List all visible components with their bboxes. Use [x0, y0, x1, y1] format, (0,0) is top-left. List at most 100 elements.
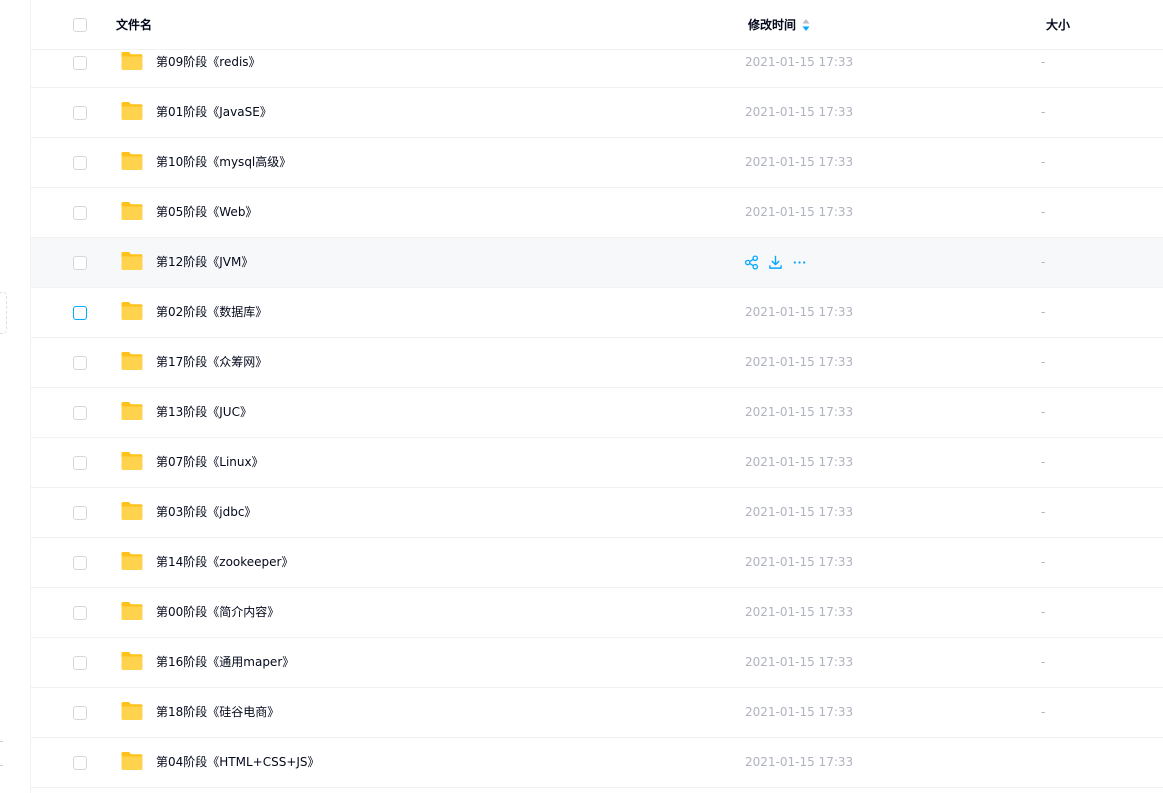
file-row[interactable]: 第00阶段《简介内容》 2021-01-15 17:33 - — [31, 588, 1163, 638]
divider-mark — [0, 741, 3, 742]
file-row[interactable]: 第03阶段《jdbc》 2021-01-15 17:33 - — [31, 488, 1163, 538]
file-row[interactable]: 第02阶段《数据库》 2021-01-15 17:33 - — [31, 288, 1163, 338]
folder-icon — [121, 452, 143, 470]
row-checkbox[interactable] — [73, 606, 87, 620]
row-checkbox[interactable] — [73, 206, 87, 220]
download-icon[interactable] — [768, 255, 783, 270]
row-checkbox[interactable] — [73, 306, 87, 320]
folder-icon — [121, 752, 143, 770]
row-checkbox-cell[interactable] — [73, 456, 87, 470]
select-all-checkbox[interactable] — [73, 18, 87, 32]
file-modified-time: 2021-01-15 17:33 — [745, 355, 854, 369]
row-checkbox-cell[interactable] — [73, 506, 87, 520]
file-row[interactable]: 第09阶段《redis》 2021-01-15 17:33 - — [31, 38, 1163, 88]
row-checkbox[interactable] — [73, 56, 87, 70]
row-checkbox-cell[interactable] — [73, 556, 87, 570]
folder-icon — [121, 102, 143, 120]
folder-icon — [121, 352, 143, 370]
row-checkbox[interactable] — [73, 506, 87, 520]
file-row[interactable]: 第05阶段《Web》 2021-01-15 17:33 - — [31, 188, 1163, 238]
file-name[interactable]: 第02阶段《数据库》 — [156, 304, 267, 320]
row-checkbox[interactable] — [73, 556, 87, 570]
file-size: - — [1041, 605, 1046, 619]
row-checkbox[interactable] — [73, 456, 87, 470]
file-size: - — [1041, 655, 1046, 669]
file-name[interactable]: 第05阶段《Web》 — [156, 204, 257, 220]
file-row[interactable]: 第16阶段《通用maper》 2021-01-15 17:33 - — [31, 638, 1163, 688]
row-checkbox-cell[interactable] — [73, 206, 87, 220]
file-name[interactable]: 第18阶段《硅谷电商》 — [156, 704, 279, 720]
row-checkbox[interactable] — [73, 156, 87, 170]
file-modified-time: 2021-01-15 17:33 — [745, 755, 854, 769]
file-size: - — [1041, 705, 1046, 719]
file-modified-time: 2021-01-15 17:33 — [745, 655, 854, 669]
row-checkbox-cell[interactable] — [73, 706, 87, 720]
file-row[interactable]: 第17阶段《众筹网》 2021-01-15 17:33 - — [31, 338, 1163, 388]
column-header-name[interactable]: 文件名 — [116, 17, 152, 33]
file-name[interactable]: 第14阶段《zookeeper》 — [156, 554, 293, 570]
file-modified-time: 2021-01-15 17:33 — [745, 705, 854, 719]
row-checkbox-cell[interactable] — [73, 656, 87, 670]
row-checkbox[interactable] — [73, 706, 87, 720]
file-name[interactable]: 第16阶段《通用maper》 — [156, 654, 294, 670]
folder-icon — [121, 652, 143, 670]
file-name[interactable]: 第12阶段《JVM》 — [156, 254, 253, 270]
file-size: - — [1041, 505, 1046, 519]
sidebar-collapse-handle[interactable] — [0, 292, 7, 334]
file-row[interactable]: 第12阶段《JVM》 - — [31, 238, 1163, 288]
row-checkbox[interactable] — [73, 256, 87, 270]
file-name[interactable]: 第17阶段《众筹网》 — [156, 354, 267, 370]
file-row[interactable]: 第14阶段《zookeeper》 2021-01-15 17:33 - — [31, 538, 1163, 588]
file-modified-time: 2021-01-15 17:33 — [745, 55, 854, 69]
row-checkbox-cell[interactable] — [73, 156, 87, 170]
row-checkbox-cell[interactable] — [73, 406, 87, 420]
folder-icon — [121, 152, 143, 170]
share-icon[interactable] — [744, 255, 759, 270]
file-name[interactable]: 第00阶段《简介内容》 — [156, 604, 279, 620]
file-row[interactable]: 第01阶段《JavaSE》 2021-01-15 17:33 - — [31, 88, 1163, 138]
row-checkbox-cell[interactable] — [73, 106, 87, 120]
column-header-size[interactable]: 大小 — [1046, 17, 1070, 33]
file-size: - — [1041, 155, 1046, 169]
row-checkbox[interactable] — [73, 656, 87, 670]
file-size: - — [1041, 305, 1046, 319]
file-name[interactable]: 第07阶段《Linux》 — [156, 454, 264, 470]
file-name[interactable]: 第04阶段《HTML+CSS+JS》 — [156, 754, 320, 770]
row-checkbox[interactable] — [73, 406, 87, 420]
file-name[interactable]: 第01阶段《JavaSE》 — [156, 104, 272, 120]
file-row[interactable]: 第13阶段《JUC》 2021-01-15 17:33 - — [31, 388, 1163, 438]
row-checkbox[interactable] — [73, 356, 87, 370]
file-row[interactable]: 第07阶段《Linux》 2021-01-15 17:33 - — [31, 438, 1163, 488]
folder-icon — [121, 252, 143, 270]
sort-icon[interactable] — [802, 18, 810, 32]
file-size: - — [1041, 105, 1046, 119]
folder-icon — [121, 302, 143, 320]
file-row[interactable]: 第04阶段《HTML+CSS+JS》 2021-01-15 17:33 — [31, 738, 1163, 788]
file-size: - — [1041, 255, 1046, 269]
column-header-time[interactable]: 修改时间 — [748, 17, 796, 33]
file-rows: 第09阶段《redis》 2021-01-15 17:33 - 第01阶段《Ja… — [31, 38, 1163, 788]
file-name[interactable]: 第10阶段《mysql高级》 — [156, 154, 291, 170]
file-size: - — [1041, 205, 1046, 219]
row-checkbox-cell[interactable] — [73, 256, 87, 270]
file-name[interactable]: 第09阶段《redis》 — [156, 54, 261, 70]
file-name[interactable]: 第03阶段《jdbc》 — [156, 504, 256, 520]
file-modified-time: 2021-01-15 17:33 — [745, 505, 854, 519]
file-row[interactable]: 第10阶段《mysql高级》 2021-01-15 17:33 - — [31, 138, 1163, 188]
row-checkbox-cell[interactable] — [73, 56, 87, 70]
file-row[interactable]: 第18阶段《硅谷电商》 2021-01-15 17:33 - — [31, 688, 1163, 738]
file-modified-time: 2021-01-15 17:33 — [745, 305, 854, 319]
row-checkbox[interactable] — [73, 106, 87, 120]
file-size: - — [1041, 405, 1046, 419]
row-checkbox-cell[interactable] — [73, 306, 87, 320]
file-name[interactable]: 第13阶段《JUC》 — [156, 404, 252, 420]
file-modified-time: 2021-01-15 17:33 — [745, 605, 854, 619]
row-checkbox-cell[interactable] — [73, 356, 87, 370]
more-icon[interactable] — [792, 255, 807, 270]
row-checkbox-cell[interactable] — [73, 606, 87, 620]
folder-icon — [121, 602, 143, 620]
row-checkbox-cell[interactable] — [73, 756, 87, 770]
row-checkbox[interactable] — [73, 756, 87, 770]
folder-icon — [121, 402, 143, 420]
select-all-checkbox-cell[interactable] — [73, 18, 87, 32]
